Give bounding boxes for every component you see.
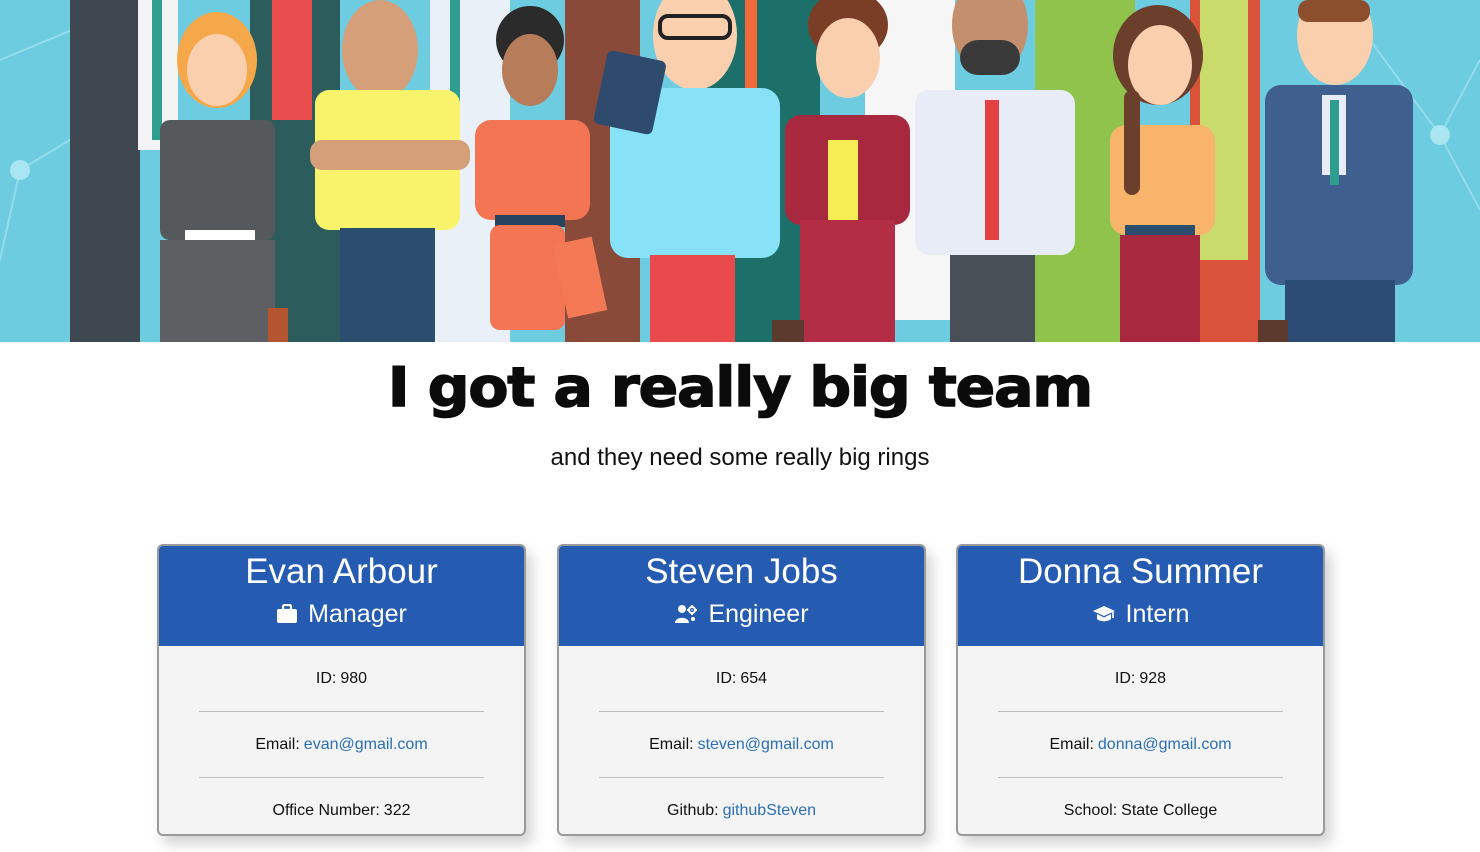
email-link[interactable]: steven@gmail.com [698, 736, 834, 754]
team-banner-image [0, 0, 1480, 342]
card-details: ID: 654 Email: steven@gmail.com Github: … [559, 646, 924, 834]
role-label: Intern [1125, 600, 1190, 628]
email-label: Email: [1049, 735, 1094, 753]
employee-name: Donna Summer [1017, 552, 1264, 591]
id-label: ID: [1114, 669, 1136, 687]
card-header: Donna Summer Intern [958, 546, 1323, 646]
employee-card-intern: Donna Summer Intern ID: 928 Email: donna… [956, 544, 1325, 836]
employee-name: Evan Arbour [245, 552, 438, 591]
graduation-cap-icon [1092, 604, 1116, 624]
email-row: Email: donna@gmail.com [998, 712, 1283, 778]
briefcase-icon [276, 604, 298, 624]
employee-card-manager: Evan Arbour Manager ID: 980 Email: evan@… [157, 544, 526, 836]
school-value: State College [1121, 802, 1218, 819]
school-label: School: [1063, 802, 1118, 819]
user-gear-icon [674, 604, 698, 624]
card-details: ID: 928 Email: donna@gmail.com School: S… [958, 646, 1323, 834]
email-link[interactable]: evan@gmail.com [304, 736, 428, 754]
employee-role: Engineer [559, 599, 924, 629]
github-label: Github: [667, 802, 719, 819]
card-header: Steven Jobs Engineer [559, 546, 924, 646]
office-number-label: Office Number: [272, 802, 380, 819]
id-label: ID: [715, 669, 737, 687]
email-label: Email: [255, 735, 300, 753]
employee-name: Steven Jobs [645, 552, 838, 591]
employee-role: Manager [159, 599, 524, 629]
employee-role: Intern [958, 599, 1323, 629]
page-subtitle: and they need some really big rings [550, 444, 930, 471]
team-illustration [0, 0, 1480, 342]
github-row: Github: githubSteven [599, 778, 884, 834]
email-row: Email: evan@gmail.com [199, 712, 484, 778]
page-title: I got a really big team [387, 355, 1094, 420]
card-header: Evan Arbour Manager [159, 546, 524, 646]
id-value: 980 [340, 669, 368, 687]
id-row: ID: 654 [599, 646, 884, 712]
office-number-row: Office Number: 322 [199, 778, 484, 834]
office-number-value: 322 [383, 802, 411, 819]
id-value: 928 [1139, 669, 1167, 687]
email-row: Email: steven@gmail.com [599, 712, 884, 778]
role-label: Manager [308, 600, 407, 628]
role-label: Engineer [708, 600, 809, 628]
email-link[interactable]: donna@gmail.com [1098, 736, 1232, 754]
card-details: ID: 980 Email: evan@gmail.com Office Num… [159, 646, 524, 834]
employee-card-engineer: Steven Jobs Engineer ID: 654 Email: stev… [557, 544, 926, 836]
id-value: 654 [740, 669, 768, 687]
id-label: ID: [315, 669, 337, 687]
id-row: ID: 980 [199, 646, 484, 712]
school-row: School: State College [998, 778, 1283, 834]
email-label: Email: [649, 735, 694, 753]
id-row: ID: 928 [998, 646, 1283, 712]
github-link[interactable]: githubSteven [723, 802, 816, 820]
